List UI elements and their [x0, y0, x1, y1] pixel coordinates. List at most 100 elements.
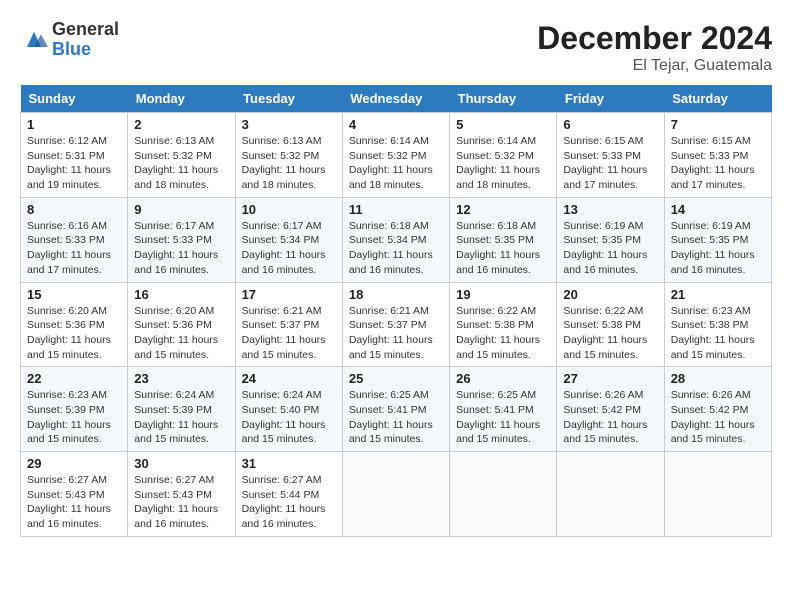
- logo-line1: General: [52, 20, 119, 40]
- day-info: Sunrise: 6:25 AM Sunset: 5:41 PM Dayligh…: [349, 388, 443, 447]
- day-number: 6: [563, 117, 657, 132]
- calendar-cell: [342, 452, 449, 537]
- day-info: Sunrise: 6:15 AM Sunset: 5:33 PM Dayligh…: [671, 134, 765, 193]
- day-info: Sunrise: 6:18 AM Sunset: 5:35 PM Dayligh…: [456, 219, 550, 278]
- day-info: Sunrise: 6:17 AM Sunset: 5:34 PM Dayligh…: [242, 219, 336, 278]
- calendar-cell: 25 Sunrise: 6:25 AM Sunset: 5:41 PM Dayli…: [342, 367, 449, 452]
- day-number: 28: [671, 371, 765, 386]
- calendar-cell: 24 Sunrise: 6:24 AM Sunset: 5:40 PM Dayli…: [235, 367, 342, 452]
- day-info: Sunrise: 6:27 AM Sunset: 5:43 PM Dayligh…: [134, 473, 228, 532]
- day-info: Sunrise: 6:24 AM Sunset: 5:40 PM Dayligh…: [242, 388, 336, 447]
- day-number: 3: [242, 117, 336, 132]
- calendar-week-4: 22 Sunrise: 6:23 AM Sunset: 5:39 PM Dayli…: [21, 367, 772, 452]
- calendar-cell: 20 Sunrise: 6:22 AM Sunset: 5:38 PM Dayli…: [557, 282, 664, 367]
- day-info: Sunrise: 6:19 AM Sunset: 5:35 PM Dayligh…: [671, 219, 765, 278]
- day-number: 22: [27, 371, 121, 386]
- weekday-header-monday: Monday: [128, 85, 235, 113]
- calendar-cell: 15 Sunrise: 6:20 AM Sunset: 5:36 PM Dayli…: [21, 282, 128, 367]
- weekday-header-wednesday: Wednesday: [342, 85, 449, 113]
- calendar-week-5: 29Sunrise: 6:27 AM Sunset: 5:43 PM Dayli…: [21, 452, 772, 537]
- day-number: 15: [27, 287, 121, 302]
- calendar-cell: 12 Sunrise: 6:18 AM Sunset: 5:35 PM Dayli…: [450, 197, 557, 282]
- day-info: Sunrise: 6:23 AM Sunset: 5:38 PM Dayligh…: [671, 304, 765, 363]
- calendar-cell: [664, 452, 771, 537]
- calendar-week-3: 15 Sunrise: 6:20 AM Sunset: 5:36 PM Dayli…: [21, 282, 772, 367]
- logo-line2: Blue: [52, 40, 119, 60]
- day-info: Sunrise: 6:27 AM Sunset: 5:43 PM Dayligh…: [27, 473, 121, 532]
- day-number: 25: [349, 371, 443, 386]
- day-info: Sunrise: 6:25 AM Sunset: 5:41 PM Dayligh…: [456, 388, 550, 447]
- calendar-cell: 9 Sunrise: 6:17 AM Sunset: 5:33 PM Daylig…: [128, 197, 235, 282]
- logo-icon: [20, 26, 48, 54]
- day-info: Sunrise: 6:19 AM Sunset: 5:35 PM Dayligh…: [563, 219, 657, 278]
- day-info: Sunrise: 6:23 AM Sunset: 5:39 PM Dayligh…: [27, 388, 121, 447]
- title-block: December 2024 El Tejar, Guatemala: [537, 20, 772, 75]
- day-number: 20: [563, 287, 657, 302]
- day-number: 24: [242, 371, 336, 386]
- calendar-cell: 19Sunrise: 6:22 AM Sunset: 5:38 PM Dayli…: [450, 282, 557, 367]
- day-info: Sunrise: 6:20 AM Sunset: 5:36 PM Dayligh…: [27, 304, 121, 363]
- weekday-header-tuesday: Tuesday: [235, 85, 342, 113]
- day-info: Sunrise: 6:27 AM Sunset: 5:44 PM Dayligh…: [242, 473, 336, 532]
- day-number: 27: [563, 371, 657, 386]
- day-number: 21: [671, 287, 765, 302]
- day-info: Sunrise: 6:12 AM Sunset: 5:31 PM Dayligh…: [27, 134, 121, 193]
- calendar-cell: 16 Sunrise: 6:20 AM Sunset: 5:36 PM Dayli…: [128, 282, 235, 367]
- day-number: 17: [242, 287, 336, 302]
- day-number: 4: [349, 117, 443, 132]
- day-number: 7: [671, 117, 765, 132]
- calendar-cell: 10 Sunrise: 6:17 AM Sunset: 5:34 PM Dayli…: [235, 197, 342, 282]
- day-info: Sunrise: 6:26 AM Sunset: 5:42 PM Dayligh…: [563, 388, 657, 447]
- day-number: 19: [456, 287, 550, 302]
- day-info: Sunrise: 6:22 AM Sunset: 5:38 PM Dayligh…: [563, 304, 657, 363]
- day-info: Sunrise: 6:21 AM Sunset: 5:37 PM Dayligh…: [349, 304, 443, 363]
- day-info: Sunrise: 6:26 AM Sunset: 5:42 PM Dayligh…: [671, 388, 765, 447]
- calendar-cell: 2Sunrise: 6:13 AM Sunset: 5:32 PM Daylig…: [128, 113, 235, 198]
- day-number: 23: [134, 371, 228, 386]
- calendar-table: SundayMondayTuesdayWednesdayThursdayFrid…: [20, 85, 772, 537]
- day-number: 10: [242, 202, 336, 217]
- day-number: 1: [27, 117, 121, 132]
- calendar-cell: 5Sunrise: 6:14 AM Sunset: 5:32 PM Daylig…: [450, 113, 557, 198]
- calendar-week-1: 1 Sunrise: 6:12 AM Sunset: 5:31 PM Daylig…: [21, 113, 772, 198]
- weekday-header-saturday: Saturday: [664, 85, 771, 113]
- day-number: 16: [134, 287, 228, 302]
- day-info: Sunrise: 6:17 AM Sunset: 5:33 PM Dayligh…: [134, 219, 228, 278]
- day-info: Sunrise: 6:13 AM Sunset: 5:32 PM Dayligh…: [134, 134, 228, 193]
- weekday-header-row: SundayMondayTuesdayWednesdayThursdayFrid…: [21, 85, 772, 113]
- calendar-cell: 3 Sunrise: 6:13 AM Sunset: 5:32 PM Daylig…: [235, 113, 342, 198]
- weekday-header-friday: Friday: [557, 85, 664, 113]
- day-info: Sunrise: 6:16 AM Sunset: 5:33 PM Dayligh…: [27, 219, 121, 278]
- calendar-cell: 27 Sunrise: 6:26 AM Sunset: 5:42 PM Dayli…: [557, 367, 664, 452]
- day-info: Sunrise: 6:15 AM Sunset: 5:33 PM Dayligh…: [563, 134, 657, 193]
- day-number: 26: [456, 371, 550, 386]
- day-number: 11: [349, 202, 443, 217]
- day-info: Sunrise: 6:24 AM Sunset: 5:39 PM Dayligh…: [134, 388, 228, 447]
- day-info: Sunrise: 6:20 AM Sunset: 5:36 PM Dayligh…: [134, 304, 228, 363]
- day-number: 30: [134, 456, 228, 471]
- calendar-cell: 13Sunrise: 6:19 AM Sunset: 5:35 PM Dayli…: [557, 197, 664, 282]
- day-number: 9: [134, 202, 228, 217]
- logo-text: General Blue: [52, 20, 119, 60]
- calendar-body: 1 Sunrise: 6:12 AM Sunset: 5:31 PM Daylig…: [21, 113, 772, 537]
- day-info: Sunrise: 6:18 AM Sunset: 5:34 PM Dayligh…: [349, 219, 443, 278]
- calendar-cell: 31Sunrise: 6:27 AM Sunset: 5:44 PM Dayli…: [235, 452, 342, 537]
- calendar-cell: 21 Sunrise: 6:23 AM Sunset: 5:38 PM Dayli…: [664, 282, 771, 367]
- day-info: Sunrise: 6:14 AM Sunset: 5:32 PM Dayligh…: [456, 134, 550, 193]
- day-info: Sunrise: 6:14 AM Sunset: 5:32 PM Dayligh…: [349, 134, 443, 193]
- calendar-cell: 29Sunrise: 6:27 AM Sunset: 5:43 PM Dayli…: [21, 452, 128, 537]
- day-info: Sunrise: 6:13 AM Sunset: 5:32 PM Dayligh…: [242, 134, 336, 193]
- calendar-cell: 23 Sunrise: 6:24 AM Sunset: 5:39 PM Dayli…: [128, 367, 235, 452]
- day-info: Sunrise: 6:21 AM Sunset: 5:37 PM Dayligh…: [242, 304, 336, 363]
- month-title: December 2024: [537, 20, 772, 57]
- day-number: 8: [27, 202, 121, 217]
- calendar-cell: 14Sunrise: 6:19 AM Sunset: 5:35 PM Dayli…: [664, 197, 771, 282]
- calendar-cell: 6 Sunrise: 6:15 AM Sunset: 5:33 PM Daylig…: [557, 113, 664, 198]
- calendar-cell: 30 Sunrise: 6:27 AM Sunset: 5:43 PM Dayli…: [128, 452, 235, 537]
- page-header: General Blue December 2024 El Tejar, Gua…: [20, 20, 772, 75]
- calendar-cell: 1 Sunrise: 6:12 AM Sunset: 5:31 PM Daylig…: [21, 113, 128, 198]
- calendar-cell: 11 Sunrise: 6:18 AM Sunset: 5:34 PM Dayli…: [342, 197, 449, 282]
- weekday-header-sunday: Sunday: [21, 85, 128, 113]
- day-number: 12: [456, 202, 550, 217]
- calendar-cell: 22 Sunrise: 6:23 AM Sunset: 5:39 PM Dayli…: [21, 367, 128, 452]
